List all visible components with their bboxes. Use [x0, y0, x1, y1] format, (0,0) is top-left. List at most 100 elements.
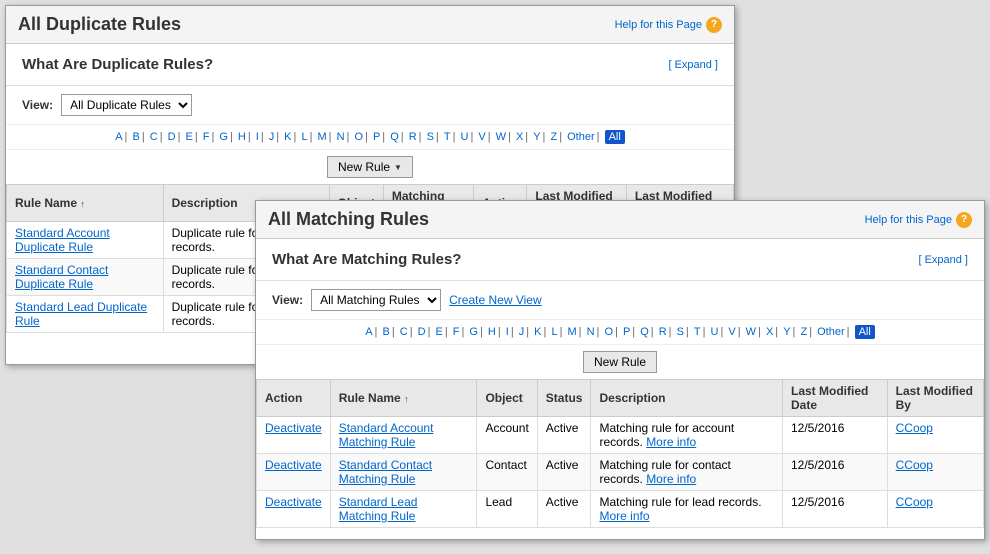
dup-row3-name-link[interactable]: Standard Lead Duplicate Rule — [15, 300, 147, 328]
match-row1-more-info-link[interactable]: More info — [646, 435, 696, 449]
match-row3-more-info-link[interactable]: More info — [599, 509, 649, 523]
match-row3-deactivate-link[interactable]: Deactivate — [265, 495, 322, 509]
match-alpha-other[interactable]: Other — [817, 326, 845, 338]
dup-view-label: View: — [22, 98, 53, 112]
dup-alpha-y[interactable]: Y — [533, 131, 540, 143]
match-alpha-c[interactable]: C — [400, 326, 408, 338]
match-row2-modified-by: CCoop — [887, 454, 983, 491]
match-alpha-s[interactable]: S — [677, 326, 684, 338]
match-alpha-d[interactable]: D — [418, 326, 426, 338]
dup-alpha-j[interactable]: J — [269, 131, 275, 143]
dup-help-icon: ? — [706, 17, 722, 33]
dup-panel-header: All Duplicate Rules Help for this Page ? — [6, 6, 734, 44]
dup-alpha-l[interactable]: L — [301, 131, 307, 143]
match-alpha-i[interactable]: I — [506, 326, 509, 338]
dup-alpha-h[interactable]: H — [238, 131, 246, 143]
match-alpha-h[interactable]: H — [488, 326, 496, 338]
match-col-last-modified-date: Last Modified Date — [782, 380, 887, 417]
match-row2-name: Standard Contact Matching Rule — [330, 454, 477, 491]
match-alpha-q[interactable]: Q — [640, 326, 649, 338]
match-alpha-t[interactable]: T — [694, 326, 701, 338]
match-alpha-n[interactable]: N — [587, 326, 595, 338]
dup-new-rule-button[interactable]: New Rule ▼ — [327, 156, 413, 178]
dup-expand-link[interactable]: [ Expand ] — [668, 59, 718, 71]
dup-alpha-all[interactable]: All — [605, 130, 625, 144]
match-row2-action: Deactivate — [257, 454, 331, 491]
dup-alpha-b[interactable]: B — [132, 131, 139, 143]
match-row2-deactivate-link[interactable]: Deactivate — [265, 458, 322, 472]
dup-alpha-g[interactable]: G — [219, 131, 228, 143]
dup-alpha-d[interactable]: D — [168, 131, 176, 143]
match-alpha-x[interactable]: X — [766, 326, 773, 338]
dup-alpha-nav: A| B| C| D| E| F| G| H| I| J| K| L| M| N… — [6, 125, 734, 150]
dup-alpha-m[interactable]: M — [317, 131, 326, 143]
dup-alpha-r[interactable]: R — [409, 131, 417, 143]
dup-alpha-n[interactable]: N — [337, 131, 345, 143]
match-row3-name-link[interactable]: Standard Lead Matching Rule — [339, 495, 418, 523]
match-row2-more-info-link[interactable]: More info — [646, 472, 696, 486]
match-row1-deactivate-link[interactable]: Deactivate — [265, 421, 322, 435]
match-alpha-j[interactable]: J — [519, 326, 525, 338]
match-help-link[interactable]: Help for this Page ? — [865, 212, 972, 228]
match-table-container: Action Rule Name ↑ Object Status Descrip… — [256, 379, 984, 536]
match-row1-modified-by-link[interactable]: CCoop — [896, 421, 933, 435]
match-panel-header: All Matching Rules Help for this Page ? — [256, 201, 984, 239]
dup-alpha-v[interactable]: V — [478, 131, 485, 143]
dup-alpha-i[interactable]: I — [256, 131, 259, 143]
dup-alpha-t[interactable]: T — [444, 131, 451, 143]
dup-alpha-u[interactable]: U — [460, 131, 468, 143]
match-row2-modified-by-link[interactable]: CCoop — [896, 458, 933, 472]
match-alpha-p[interactable]: P — [623, 326, 630, 338]
match-alpha-a[interactable]: A — [365, 326, 372, 338]
match-create-view-link[interactable]: Create New View — [449, 293, 541, 307]
match-alpha-u[interactable]: U — [710, 326, 718, 338]
dup-alpha-c[interactable]: C — [150, 131, 158, 143]
table-row: Deactivate Standard Lead Matching Rule L… — [257, 491, 984, 528]
match-row2-name-link[interactable]: Standard Contact Matching Rule — [339, 458, 432, 486]
match-alpha-g[interactable]: G — [469, 326, 478, 338]
match-alpha-l[interactable]: L — [551, 326, 557, 338]
dup-alpha-q[interactable]: Q — [390, 131, 399, 143]
match-row1-modified-date: 12/5/2016 — [782, 417, 887, 454]
match-alpha-v[interactable]: V — [728, 326, 735, 338]
match-alpha-f[interactable]: F — [453, 326, 460, 338]
match-alpha-r[interactable]: R — [659, 326, 667, 338]
match-col-description: Description — [591, 380, 783, 417]
dup-alpha-a[interactable]: A — [115, 131, 122, 143]
table-row: Deactivate Standard Contact Matching Rul… — [257, 454, 984, 491]
dup-alpha-k[interactable]: K — [284, 131, 291, 143]
dup-alpha-f[interactable]: F — [203, 131, 210, 143]
dup-alpha-z[interactable]: Z — [550, 131, 557, 143]
dup-alpha-e[interactable]: E — [185, 131, 192, 143]
match-expand-link[interactable]: [ Expand ] — [918, 254, 968, 266]
dup-col-rule-name: Rule Name ↑ — [7, 185, 164, 222]
match-row3-modified-by-link[interactable]: CCoop — [896, 495, 933, 509]
match-alpha-y[interactable]: Y — [783, 326, 790, 338]
match-alpha-e[interactable]: E — [435, 326, 442, 338]
dup-alpha-p[interactable]: P — [373, 131, 380, 143]
dup-alpha-o[interactable]: O — [354, 131, 363, 143]
dup-row1-name-link[interactable]: Standard Account Duplicate Rule — [15, 226, 110, 254]
match-alpha-w[interactable]: W — [746, 326, 756, 338]
dup-row3-name: Standard Lead Duplicate Rule — [7, 296, 164, 333]
match-alpha-k[interactable]: K — [534, 326, 541, 338]
match-view-select[interactable]: All Matching Rules — [311, 289, 441, 311]
match-new-rule-button[interactable]: New Rule — [583, 351, 657, 373]
match-row1-name-link[interactable]: Standard Account Matching Rule — [339, 421, 434, 449]
dup-alpha-other[interactable]: Other — [567, 131, 595, 143]
match-row1-name: Standard Account Matching Rule — [330, 417, 477, 454]
dup-view-select[interactable]: All Duplicate Rules — [61, 94, 192, 116]
match-alpha-z[interactable]: Z — [800, 326, 807, 338]
match-alpha-m[interactable]: M — [567, 326, 576, 338]
match-alpha-all[interactable]: All — [855, 325, 875, 339]
dup-alpha-x[interactable]: X — [516, 131, 523, 143]
match-alpha-b[interactable]: B — [382, 326, 389, 338]
dup-row2-name-link[interactable]: Standard Contact Duplicate Rule — [15, 263, 108, 291]
dup-alpha-s[interactable]: S — [427, 131, 434, 143]
dup-new-rule-section: New Rule ▼ — [6, 150, 734, 184]
dup-help-link[interactable]: Help for this Page ? — [615, 17, 722, 33]
match-alpha-o[interactable]: O — [604, 326, 613, 338]
dup-alpha-w[interactable]: W — [496, 131, 506, 143]
match-row3-status: Active — [537, 491, 591, 528]
match-row3-modified-date: 12/5/2016 — [782, 491, 887, 528]
